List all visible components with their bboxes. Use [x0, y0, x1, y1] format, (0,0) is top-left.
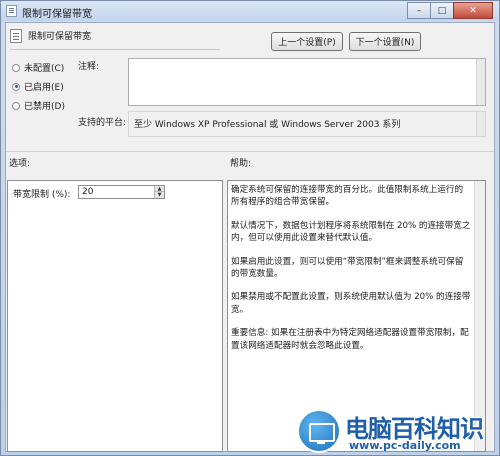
radio-label: 已启用(E) [24, 83, 64, 93]
help-paragraph: 确定系统可保留的连接带宽的百分比。此值限制系统上运行的所有程序的组合带宽保留。 [231, 185, 464, 208]
comment-scrollbar[interactable] [476, 59, 485, 105]
bandwidth-limit-label: 带宽限制 (%): [13, 190, 71, 200]
platform-value: 至少 Windows XP Professional 或 Windows Ser… [134, 120, 401, 130]
title-bar[interactable]: 限制可保留带宽 – □ ✕ [1, 1, 499, 21]
dialog-window: 限制可保留带宽 – □ ✕ 限制可保留带宽 上一个设置(P) 下一个设置(N) … [0, 0, 500, 456]
radio-enabled[interactable]: 已启用(E) [12, 80, 64, 93]
monitor-logo-icon [297, 409, 341, 453]
radio-circle-selected-icon[interactable] [12, 82, 20, 91]
help-paragraph: 如果启用此设置，则可以使用“带宽限制”框来调整系统可保留的带宽数量。 [231, 256, 464, 280]
close-button[interactable]: ✕ [453, 2, 493, 19]
radio-circle-icon[interactable] [12, 63, 20, 72]
caption-buttons: – □ ✕ [407, 2, 493, 19]
comment-label: 注释: [78, 62, 100, 72]
window-title: 限制可保留带宽 [22, 9, 92, 20]
next-setting-button[interactable]: 下一个设置(N) [349, 32, 421, 51]
platform-field: 至少 Windows XP Professional 或 Windows Ser… [128, 111, 486, 137]
maximize-button[interactable]: □ [430, 2, 454, 19]
help-paragraph: 重要信息: 如果在注册表中为特定网络适配器设置带宽限制，配置该网络适配器时就会忽… [231, 328, 469, 351]
radio-disabled[interactable]: 已禁用(D) [12, 99, 65, 112]
comment-textarea[interactable] [128, 58, 486, 106]
options-panel: 带宽限制 (%): 20 ▲ ▼ [7, 180, 223, 452]
policy-setting-icon [10, 29, 22, 43]
help-paragraph: 默认情况下，数据包计划程序将系统限制在 20% 的连接带宽之内，但可以使用此设置… [231, 220, 471, 244]
platform-scrollbar[interactable] [476, 112, 485, 136]
spin-down-arrow-icon[interactable]: ▼ [155, 192, 164, 198]
policy-document-icon [6, 5, 17, 17]
radio-label: 已禁用(D) [24, 102, 65, 112]
policy-title: 限制可保留带宽 [28, 32, 92, 42]
help-paragraph: 如果禁用或不配置此设置，则系统使用默认值为 20% 的连接带宽。 [231, 292, 471, 315]
radio-label: 未配置(C) [24, 64, 65, 74]
bandwidth-limit-value[interactable]: 20 [82, 187, 93, 197]
dialog-client-area: 限制可保留带宽 上一个设置(P) 下一个设置(N) 未配置(C) 已启用(E) … [5, 22, 495, 452]
previous-setting-button[interactable]: 上一个设置(P) [271, 32, 343, 51]
spin-buttons: ▲ ▼ [154, 186, 164, 198]
help-text: 确定系统可保留的连接带宽的百分比。此值限制系统上运行的所有程序的组合带宽保留。 … [231, 184, 471, 363]
platform-label: 支持的平台: [78, 118, 127, 128]
options-label: 选项: [9, 159, 31, 169]
bandwidth-limit-spinbox[interactable]: 20 ▲ ▼ [78, 185, 165, 199]
section-separator [6, 151, 494, 152]
watermark-url: www.pc-daily.com [349, 439, 461, 452]
minimize-button[interactable]: – [407, 2, 431, 19]
radio-not-configured[interactable]: 未配置(C) [12, 61, 64, 74]
radio-circle-icon[interactable] [12, 101, 20, 110]
help-label: 帮助: [230, 159, 252, 169]
site-watermark: 电脑百科知识 www.pc-daily.com [297, 409, 497, 453]
title-divider [10, 49, 220, 50]
